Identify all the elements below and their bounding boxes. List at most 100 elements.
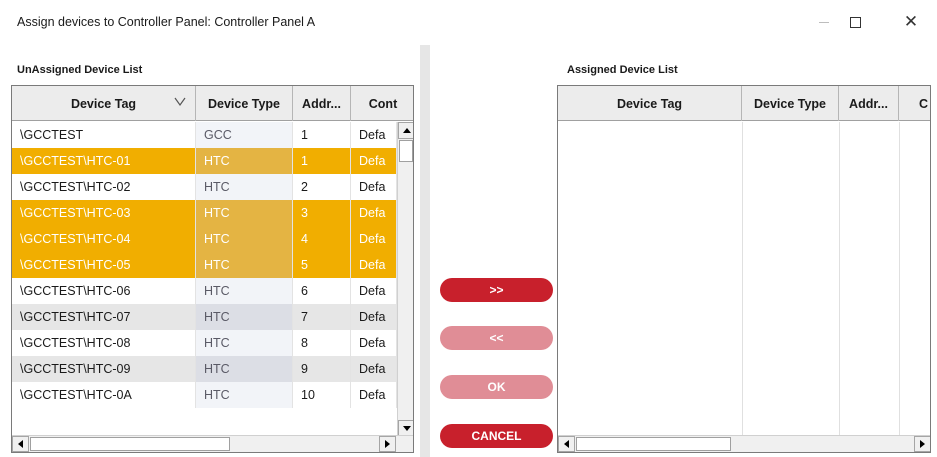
column-header-device-type[interactable]: Device Type [196,86,293,121]
cell-address: 6 [293,278,351,304]
close-icon: ✕ [903,12,919,32]
cell-address: 8 [293,330,351,356]
table-row[interactable]: \GCCTEST\HTC-09 HTC 9 Defa [12,356,397,382]
close-button[interactable]: ✕ [888,0,934,45]
unassigned-device-grid[interactable]: Device Tag Device Type Addr... Cont \GCC… [11,85,414,453]
column-header-device-type[interactable]: Device Type [742,86,839,121]
cell-device-type: HTC [196,382,293,408]
cell-controller: Defa [351,382,397,408]
cell-controller: Defa [351,330,397,356]
cell-device-tag: \GCCTEST [12,122,196,148]
horizontal-scrollbar[interactable] [558,435,930,452]
ok-button[interactable]: OK [440,375,553,399]
maximize-icon [849,17,861,28]
scroll-thumb[interactable] [576,437,731,451]
cell-controller: Defa [351,174,397,200]
scroll-up-button[interactable] [398,122,413,139]
column-header-label: Addr... [302,96,341,111]
table-row[interactable]: \GCCTEST GCC 1 Defa [12,122,397,148]
column-header-label: Device Type [207,96,281,111]
cell-address: 9 [293,356,351,382]
vertical-scrollbar[interactable] [397,122,413,437]
cell-device-type: GCC [196,122,293,148]
cell-device-type: HTC [196,200,293,226]
table-row[interactable]: \GCCTEST\HTC-0A HTC 10 Defa [12,382,397,408]
table-row[interactable]: \GCCTEST\HTC-03 HTC 3 Defa [12,200,397,226]
title-bar: Assign devices to Controller Panel: Cont… [0,0,937,45]
column-header-device-tag[interactable]: Device Tag [12,86,196,121]
column-header-label: C [919,96,929,111]
cell-controller: Defa [351,148,397,174]
column-header-label: Device Type [753,96,827,111]
window-title: Assign devices to Controller Panel: Cont… [17,15,316,29]
column-header-label: Device Tag [70,96,137,111]
cell-device-type: HTC [196,148,293,174]
arrow-right-icon [385,440,390,448]
cell-device-tag: \GCCTEST\HTC-07 [12,304,196,330]
cell-controller: Defa [351,122,397,148]
cell-controller: Defa [351,304,397,330]
table-row[interactable]: \GCCTEST\HTC-01 HTC 1 Defa [12,148,397,174]
cell-controller: Defa [351,278,397,304]
column-header-label: Device Tag [616,96,683,111]
cell-device-type: HTC [196,174,293,200]
cell-address: 1 [293,148,351,174]
cell-address: 10 [293,382,351,408]
cell-device-tag: \GCCTEST\HTC-06 [12,278,196,304]
arrow-left-icon [564,440,569,448]
scroll-thumb[interactable] [399,140,413,162]
scroll-right-button[interactable] [914,436,930,452]
unassign-selected-button[interactable]: << [440,326,553,350]
assign-selected-button[interactable]: >> [440,278,553,302]
cell-address: 3 [293,200,351,226]
cell-device-tag: \GCCTEST\HTC-04 [12,226,196,252]
cell-address: 7 [293,304,351,330]
column-header-controller[interactable]: Cont [351,86,413,121]
cell-address: 1 [293,122,351,148]
table-row[interactable]: \GCCTEST\HTC-05 HTC 5 Defa [12,252,397,278]
cell-device-tag: \GCCTEST\HTC-0A [12,382,196,408]
cell-controller: Defa [351,226,397,252]
table-row[interactable]: \GCCTEST\HTC-06 HTC 6 Defa [12,278,397,304]
scroll-left-button[interactable] [558,436,575,452]
cell-device-tag: \GCCTEST\HTC-05 [12,252,196,278]
cell-device-type: HTC [196,278,293,304]
cell-controller: Defa [351,252,397,278]
cell-address: 2 [293,174,351,200]
assigned-device-grid[interactable]: Device Tag Device Type Addr... C [557,85,931,453]
cell-device-tag: \GCCTEST\HTC-01 [12,148,196,174]
cell-device-tag: \GCCTEST\HTC-02 [12,174,196,200]
table-row[interactable]: \GCCTEST\HTC-04 HTC 4 Defa [12,226,397,252]
arrow-up-icon [402,128,411,133]
scroll-left-button[interactable] [12,436,29,452]
column-divider [899,122,900,435]
grid-header: Device Tag Device Type Addr... Cont [12,86,413,121]
column-header-device-tag[interactable]: Device Tag [558,86,742,121]
column-header-address[interactable]: Addr... [839,86,899,121]
cell-device-tag: \GCCTEST\HTC-08 [12,330,196,356]
maximize-button[interactable] [832,0,878,45]
cell-device-tag: \GCCTEST\HTC-09 [12,356,196,382]
scroll-right-button[interactable] [379,436,396,452]
horizontal-scrollbar[interactable] [12,435,413,452]
assigned-list-label: Assigned Device List [567,64,678,76]
arrow-right-icon [920,440,925,448]
column-divider [839,122,840,435]
pane-splitter[interactable] [420,45,430,457]
table-row[interactable]: \GCCTEST\HTC-08 HTC 8 Defa [12,330,397,356]
arrow-down-icon [402,426,411,431]
scroll-thumb[interactable] [30,437,230,451]
column-header-controller[interactable]: C [899,86,930,121]
cell-address: 5 [293,252,351,278]
arrow-left-icon [18,440,23,448]
cell-device-tag: \GCCTEST\HTC-03 [12,200,196,226]
cell-controller: Defa [351,200,397,226]
cancel-button[interactable]: CANCEL [440,424,553,448]
cell-address: 4 [293,226,351,252]
column-header-address[interactable]: Addr... [293,86,351,121]
cell-device-type: HTC [196,252,293,278]
cell-controller: Defa [351,356,397,382]
table-row[interactable]: \GCCTEST\HTC-02 HTC 2 Defa [12,174,397,200]
table-row[interactable]: \GCCTEST\HTC-07 HTC 7 Defa [12,304,397,330]
cell-device-type: HTC [196,330,293,356]
